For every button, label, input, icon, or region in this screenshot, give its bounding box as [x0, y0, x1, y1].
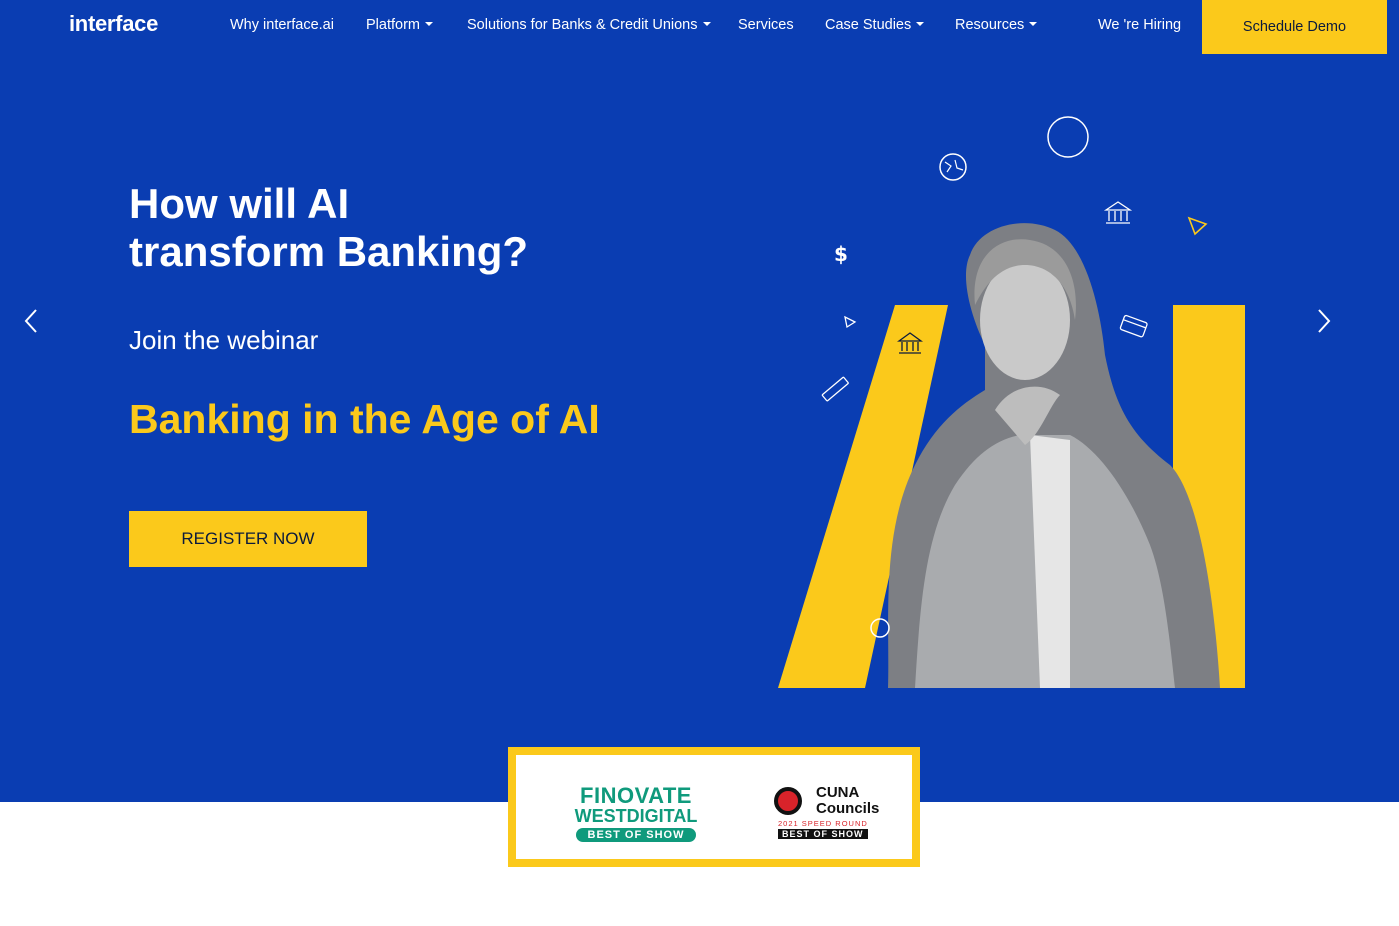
nav-label: Case Studies: [825, 17, 912, 33]
hero-subtitle: Join the webinar: [129, 325, 319, 355]
person-photo: [888, 223, 1220, 689]
hero-title-line-2: transform Banking?: [129, 228, 529, 275]
nav-case-studies[interactable]: Case Studies: [825, 17, 925, 33]
chevron-right-icon: [1318, 309, 1331, 333]
nav-label: Resources: [955, 17, 1025, 33]
carousel-prev-button[interactable]: [16, 305, 46, 337]
circle-decoration: [1047, 116, 1089, 158]
cuna-speed-round: 2021 SPEED ROUND: [778, 819, 868, 828]
nav-label: Platform: [366, 17, 420, 33]
cuna-badge: BEST OF SHOW: [778, 829, 868, 839]
nav-why-interface[interactable]: Why interface.ai: [230, 17, 334, 33]
nav-label: Services: [738, 17, 794, 33]
hero-title-line-1: How will AI: [129, 180, 350, 227]
nav-label: Solutions for Banks & Credit Unions: [467, 17, 698, 33]
register-now-button[interactable]: REGISTER NOW: [129, 511, 367, 567]
dollar-icon: $: [834, 242, 848, 266]
awards-banner: FINOVATE WESTDIGITAL BEST OF SHOW CUNA C…: [508, 747, 920, 867]
hero-title: How will AI transform Banking?: [129, 180, 649, 276]
finovate-subtitle: WESTDIGITAL: [574, 806, 698, 826]
schedule-demo-button[interactable]: Schedule Demo: [1202, 0, 1387, 54]
finovate-title: FINOVATE: [580, 783, 692, 808]
hero-illustration: $: [778, 116, 1245, 689]
brain-icon: [939, 153, 967, 181]
webinar-title: Banking in the Age of AI: [129, 396, 600, 442]
hero-section: interface Why interface.ai Platform Solu…: [0, 0, 1399, 802]
nav-label: Why interface.ai: [230, 17, 334, 33]
top-navbar: interface Why interface.ai Platform Solu…: [0, 0, 1399, 54]
nav-platform[interactable]: Platform: [366, 17, 433, 33]
nav-label: We 're Hiring: [1098, 17, 1182, 33]
nav-services[interactable]: Services: [738, 17, 794, 33]
cuna-line-1: CUNA: [816, 784, 860, 801]
nav-resources[interactable]: Resources: [955, 17, 1038, 33]
cuna-title: CUNA Councils: [816, 785, 879, 817]
nav-solutions[interactable]: Solutions for Banks & Credit Unions: [467, 17, 711, 33]
pencil-icon: [821, 376, 849, 402]
bank-icon: [1103, 201, 1133, 224]
chevron-down-icon: [1029, 22, 1038, 26]
finovate-award-logo: FINOVATE WESTDIGITAL BEST OF SHOW: [556, 785, 716, 843]
awards-inner: FINOVATE WESTDIGITAL BEST OF SHOW CUNA C…: [516, 755, 912, 859]
cuna-line-2: Councils: [816, 800, 880, 817]
credit-card-icon: [1119, 314, 1148, 338]
carousel-next-button[interactable]: [1309, 305, 1339, 337]
cuna-emblem-icon: [774, 787, 802, 815]
chevron-left-icon: [24, 309, 37, 333]
logo[interactable]: interface: [69, 11, 158, 37]
chevron-down-icon: [702, 22, 711, 26]
triangle-decoration: [1187, 216, 1208, 236]
chevron-down-icon: [916, 22, 925, 26]
triangle-decoration: [844, 315, 857, 329]
chevron-down-icon: [425, 22, 433, 26]
nav-hiring[interactable]: We 're Hiring: [1098, 17, 1181, 33]
finovate-badge: BEST OF SHOW: [575, 828, 697, 842]
